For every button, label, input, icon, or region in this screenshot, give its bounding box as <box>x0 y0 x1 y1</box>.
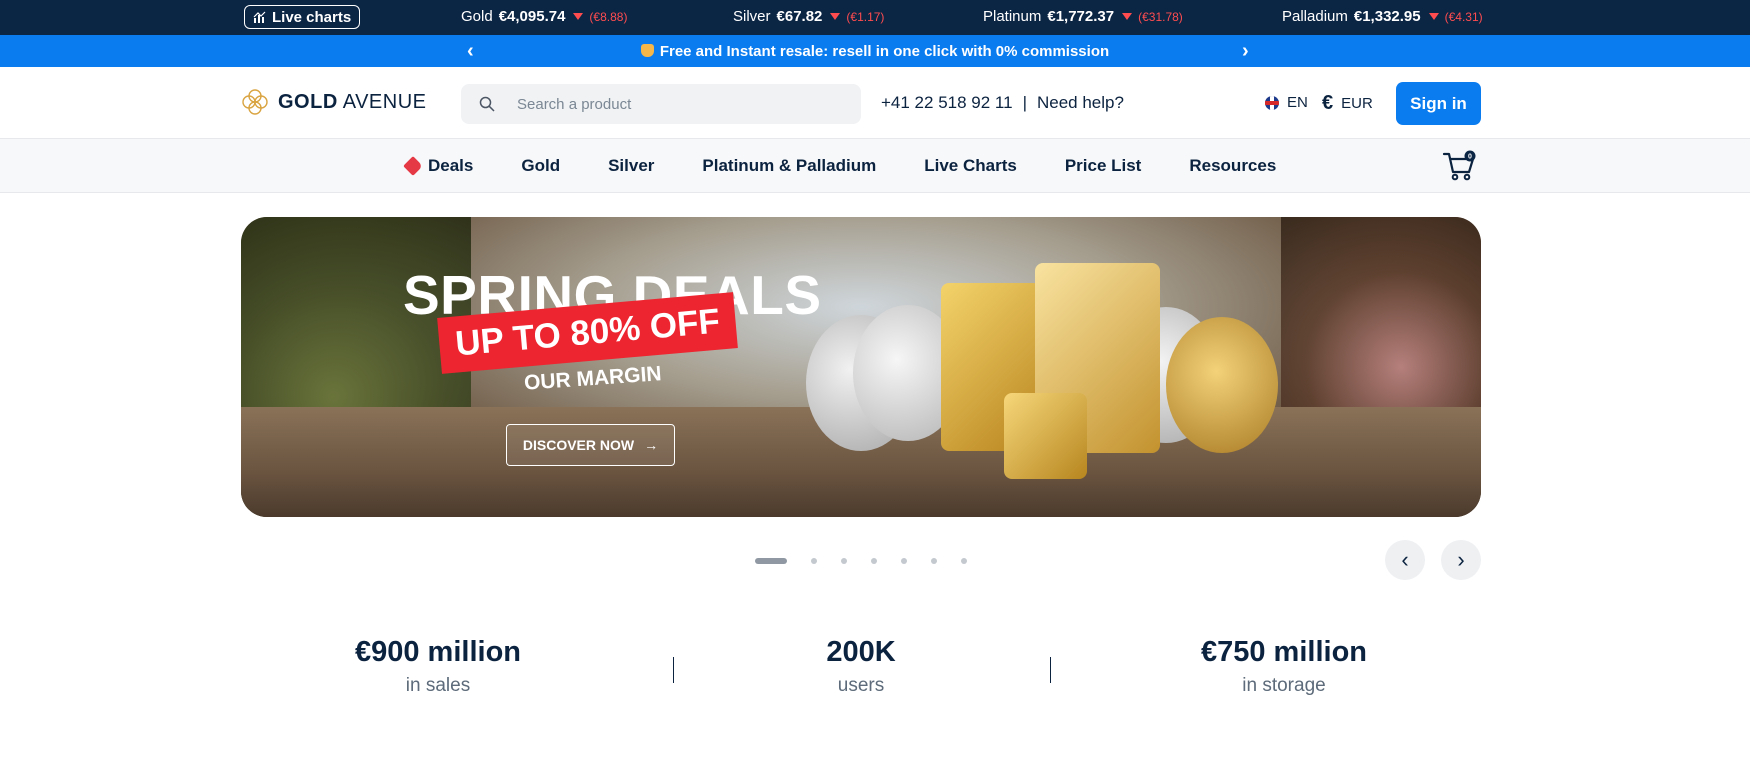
promo-text: Free and Instant resale: resell in one c… <box>659 42 1110 60</box>
ticker-price: €1,332.95 <box>1353 8 1421 25</box>
stat-storage: €750 million in storage <box>1134 636 1434 697</box>
down-arrow-icon <box>1122 13 1133 20</box>
ticker-price: €1,772.37 <box>1047 8 1115 25</box>
live-charts-button[interactable]: Live charts <box>244 5 361 29</box>
logo[interactable]: GOLD AVENUE <box>240 87 427 117</box>
carousel-dot[interactable] <box>961 558 967 564</box>
stat-users: 200K users <box>711 636 1011 697</box>
carousel-prev-button[interactable]: ‹ <box>1385 540 1425 580</box>
main-nav: Deals Gold Silver Platinum & Palladium L… <box>0 139 1750 193</box>
arrow-right-icon: → <box>644 437 659 453</box>
search-box[interactable] <box>461 84 861 124</box>
logo-mark-icon <box>242 89 268 115</box>
stat-value: 200K <box>826 636 896 668</box>
chevron-left-icon[interactable]: ‹ <box>467 41 474 61</box>
ticker-metal: Gold <box>461 8 493 25</box>
ticker-change: (€31.78) <box>1138 9 1183 24</box>
currency-selector[interactable]: € EUR <box>1322 92 1373 115</box>
ticker-item-palladium[interactable]: Palladium €1,332.95 (€4.31) <box>1282 8 1483 25</box>
ticker-metal: Platinum <box>983 8 1042 25</box>
nav-label: Live Charts <box>924 156 1017 175</box>
down-arrow-icon <box>573 13 584 20</box>
sign-in-button[interactable]: Sign in <box>1396 82 1481 125</box>
down-arrow-icon <box>1428 13 1439 20</box>
carousel-dot[interactable] <box>931 558 937 564</box>
contact-separator: | <box>1022 93 1027 112</box>
nav-label: Gold <box>521 156 561 175</box>
nav-label: Silver <box>608 156 655 175</box>
help-link[interactable]: Need help? <box>1037 93 1124 113</box>
nav-item-silver[interactable]: Silver <box>608 156 654 176</box>
stat-divider <box>673 657 674 683</box>
nav-label: Resources <box>1189 156 1277 175</box>
chevron-right-icon[interactable]: › <box>1242 41 1249 61</box>
stat-label: users <box>837 675 885 696</box>
coin-krugerrand <box>1166 317 1278 453</box>
ticker-change: (€4.31) <box>1444 9 1483 24</box>
cart-count: 0 <box>1468 153 1472 160</box>
gold-bar-small <box>1004 393 1087 479</box>
stat-value: €900 million <box>354 636 521 668</box>
money-bag-icon <box>640 43 654 57</box>
ticker-metal: Silver <box>733 8 771 25</box>
language-selector[interactable]: EN <box>1265 94 1308 111</box>
ticker-price: €4,095.74 <box>498 8 566 25</box>
contact-info: +41 22 518 92 11 | Need help? <box>881 93 1124 113</box>
stat-divider <box>1050 657 1051 683</box>
search-icon <box>479 96 495 112</box>
carousel-dot[interactable] <box>871 558 877 564</box>
nav-item-price-list[interactable]: Price List <box>1065 156 1142 176</box>
down-arrow-icon <box>830 13 841 20</box>
logo-text: GOLD AVENUE <box>278 90 427 113</box>
chevron-right-icon: › <box>1457 547 1465 572</box>
uk-flag-icon <box>1265 95 1279 110</box>
nav-item-platinum-palladium[interactable]: Platinum & Palladium <box>702 156 876 176</box>
site-header: GOLD AVENUE +41 22 518 92 11 | Need help… <box>0 67 1750 139</box>
tag-icon <box>403 156 423 176</box>
carousel-dot[interactable] <box>841 558 847 564</box>
euro-icon: € <box>1322 92 1334 114</box>
stat-sales: €900 million in sales <box>288 636 588 697</box>
promo-text-wrap[interactable]: Free and Instant resale: resell in one c… <box>640 42 1110 60</box>
nav-item-deals[interactable]: Deals <box>403 156 474 176</box>
ticker-change: (€1.17) <box>846 9 885 24</box>
price-ticker-bar: Live charts Gold €4,095.74 (€8.88) Silve… <box>0 0 1750 35</box>
nav-item-gold[interactable]: Gold <box>521 156 560 176</box>
ticker-item-platinum[interactable]: Platinum €1,772.37 (€31.78) <box>983 8 1183 25</box>
carousel-dot[interactable] <box>901 558 907 564</box>
ticker-item-gold[interactable]: Gold €4,095.74 (€8.88) <box>461 8 627 25</box>
chevron-left-icon: ‹ <box>1401 547 1409 572</box>
chart-icon <box>253 11 266 23</box>
stat-value: €750 million <box>1200 636 1367 668</box>
currency-label: EUR <box>1341 95 1373 112</box>
hero-banner[interactable]: SPRING DEALS UP TO 80% OFF OUR MARGIN DI… <box>241 217 1481 517</box>
language-label: EN <box>1287 94 1308 111</box>
hero-subtitle: OUR MARGIN <box>523 362 663 395</box>
carousel-dot[interactable] <box>811 558 817 564</box>
search-input[interactable] <box>517 95 817 113</box>
ticker-price: €67.82 <box>776 8 823 25</box>
ticker-metal: Palladium <box>1282 8 1348 25</box>
stat-label: in storage <box>1242 675 1326 696</box>
live-charts-label: Live charts <box>272 8 352 26</box>
ticker-change: (€8.88) <box>589 9 628 24</box>
ticker-item-silver[interactable]: Silver €67.82 (€1.17) <box>733 8 884 25</box>
discover-label: DISCOVER NOW <box>522 437 635 453</box>
nav-label: Price List <box>1064 156 1142 175</box>
cart-icon[interactable]: 0 <box>1442 150 1476 182</box>
promo-banner: ‹ Free and Instant resale: resell in one… <box>0 35 1750 67</box>
carousel-dot[interactable] <box>755 558 787 564</box>
nav-label: Deals <box>428 156 474 175</box>
nav-item-live-charts[interactable]: Live Charts <box>924 156 1017 176</box>
carousel-dots <box>755 558 967 564</box>
carousel-next-button[interactable]: › <box>1441 540 1481 580</box>
nav-item-resources[interactable]: Resources <box>1189 156 1276 176</box>
nav-label: Platinum & Palladium <box>702 156 877 175</box>
phone-link[interactable]: +41 22 518 92 11 <box>881 93 1013 113</box>
discover-now-button[interactable]: DISCOVER NOW → <box>506 424 675 466</box>
stat-label: in sales <box>405 675 471 696</box>
